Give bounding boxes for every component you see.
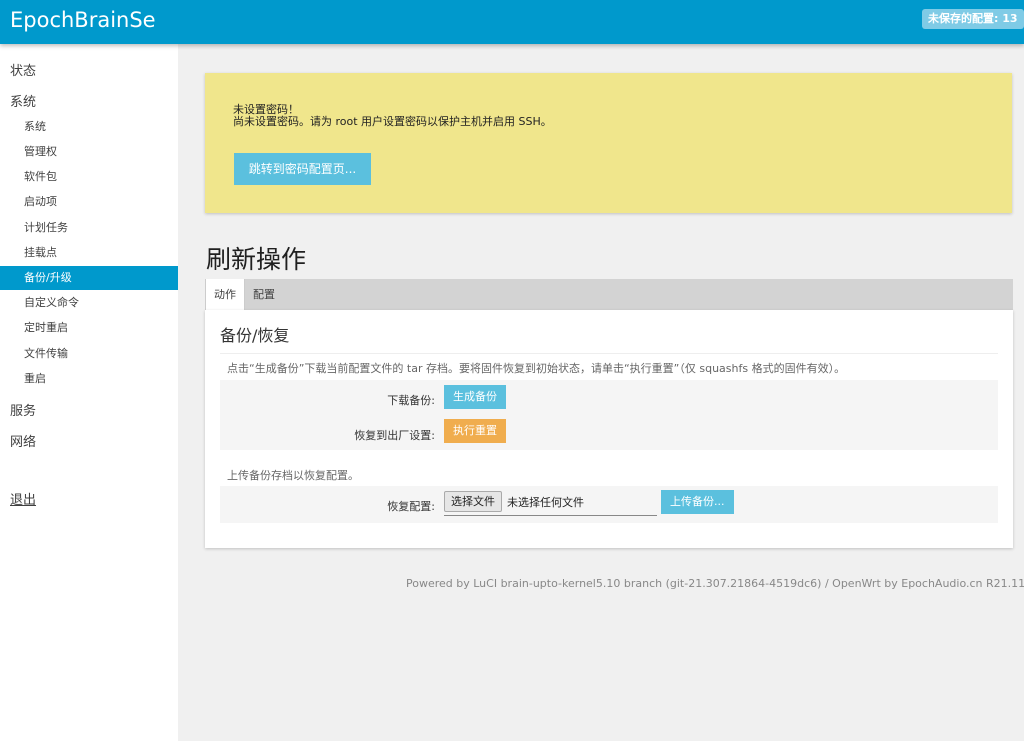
brand-link[interactable]: EpochBrainSe bbox=[10, 8, 156, 32]
sidebar-subitem-file-transfer[interactable]: 文件传输 bbox=[0, 342, 178, 366]
restore-box: 恢复配置: bbox=[220, 486, 998, 523]
no-file-selected-text: 未选择任何文件 bbox=[507, 496, 584, 509]
factory-reset-label: 恢复到出厂设置: bbox=[354, 429, 435, 442]
sidebar: 状态 系统 系统 管理权 软件包 启动项 计划任务 挂载点 备份/升级 自定义命… bbox=[0, 44, 178, 741]
upload-description: 上传备份存档以恢复配置。 bbox=[227, 469, 359, 482]
section-title: 备份/恢复 bbox=[220, 326, 290, 345]
sidebar-item-status[interactable]: 状态 bbox=[10, 60, 36, 79]
top-header: EpochBrainSe 未保存的配置: 13 bbox=[0, 0, 1024, 44]
unsaved-changes-badge[interactable]: 未保存的配置: 13 bbox=[922, 9, 1024, 29]
sidebar-subitem-system[interactable]: 系统 bbox=[0, 115, 178, 139]
tab-bar: 动作 配置 bbox=[205, 279, 1013, 310]
section-divider bbox=[220, 353, 998, 354]
sidebar-item-services[interactable]: 服务 bbox=[10, 400, 36, 419]
perform-reset-button[interactable]: 执行重置 bbox=[444, 419, 506, 443]
alert-message: 尚未设置密码。请为 root 用户设置密码以保护主机并启用 SSH。 bbox=[233, 115, 552, 128]
choose-file-button[interactable]: 选择文件 bbox=[444, 491, 502, 512]
sidebar-subitem-startup[interactable]: 启动项 bbox=[0, 190, 178, 214]
file-input-underline bbox=[444, 515, 657, 516]
tab-configuration[interactable]: 配置 bbox=[245, 279, 283, 310]
backup-panel: 备份/恢复 点击“生成备份”下载当前配置文件的 tar 存档。要将固件恢复到初始… bbox=[205, 310, 1013, 548]
download-backup-label: 下载备份: bbox=[387, 394, 435, 407]
tab-actions[interactable]: 动作 bbox=[205, 279, 245, 310]
sidebar-subitem-custom-commands[interactable]: 自定义命令 bbox=[0, 291, 178, 315]
generate-backup-button[interactable]: 生成备份 bbox=[444, 385, 506, 409]
backup-description: 点击“生成备份”下载当前配置文件的 tar 存档。要将固件恢复到初始状态，请单击… bbox=[227, 362, 846, 375]
sidebar-item-system[interactable]: 系统 bbox=[10, 91, 36, 110]
go-to-password-page-button[interactable]: 跳转到密码配置页... bbox=[234, 153, 371, 185]
footer-text: Powered by LuCI brain-upto-kernel5.10 br… bbox=[406, 577, 1024, 590]
logout-link[interactable]: 退出 bbox=[10, 489, 36, 508]
restore-config-label: 恢复配置: bbox=[387, 500, 435, 513]
sidebar-subitem-mount-points[interactable]: 挂载点 bbox=[0, 241, 178, 265]
sidebar-subitem-backup-upgrade[interactable]: 备份/升级 bbox=[0, 266, 178, 290]
sidebar-subitem-scheduled-reboot[interactable]: 定时重启 bbox=[0, 316, 178, 340]
sidebar-subitem-packages[interactable]: 软件包 bbox=[0, 165, 178, 189]
backup-actions-box: 下载备份: 生成备份 恢复到出厂设置: 执行重置 bbox=[220, 380, 998, 450]
sidebar-item-network[interactable]: 网络 bbox=[10, 431, 36, 450]
upload-backup-button[interactable]: 上传备份... bbox=[661, 490, 734, 514]
password-warning-alert: 未设置密码！ 尚未设置密码。请为 root 用户设置密码以保护主机并启用 SSH… bbox=[205, 73, 1012, 213]
sidebar-subitem-admin[interactable]: 管理权 bbox=[0, 140, 178, 164]
page-title: 刷新操作 bbox=[206, 245, 307, 274]
sidebar-subitem-scheduled-tasks[interactable]: 计划任务 bbox=[0, 216, 178, 240]
sidebar-subitem-reboot[interactable]: 重启 bbox=[0, 367, 178, 391]
